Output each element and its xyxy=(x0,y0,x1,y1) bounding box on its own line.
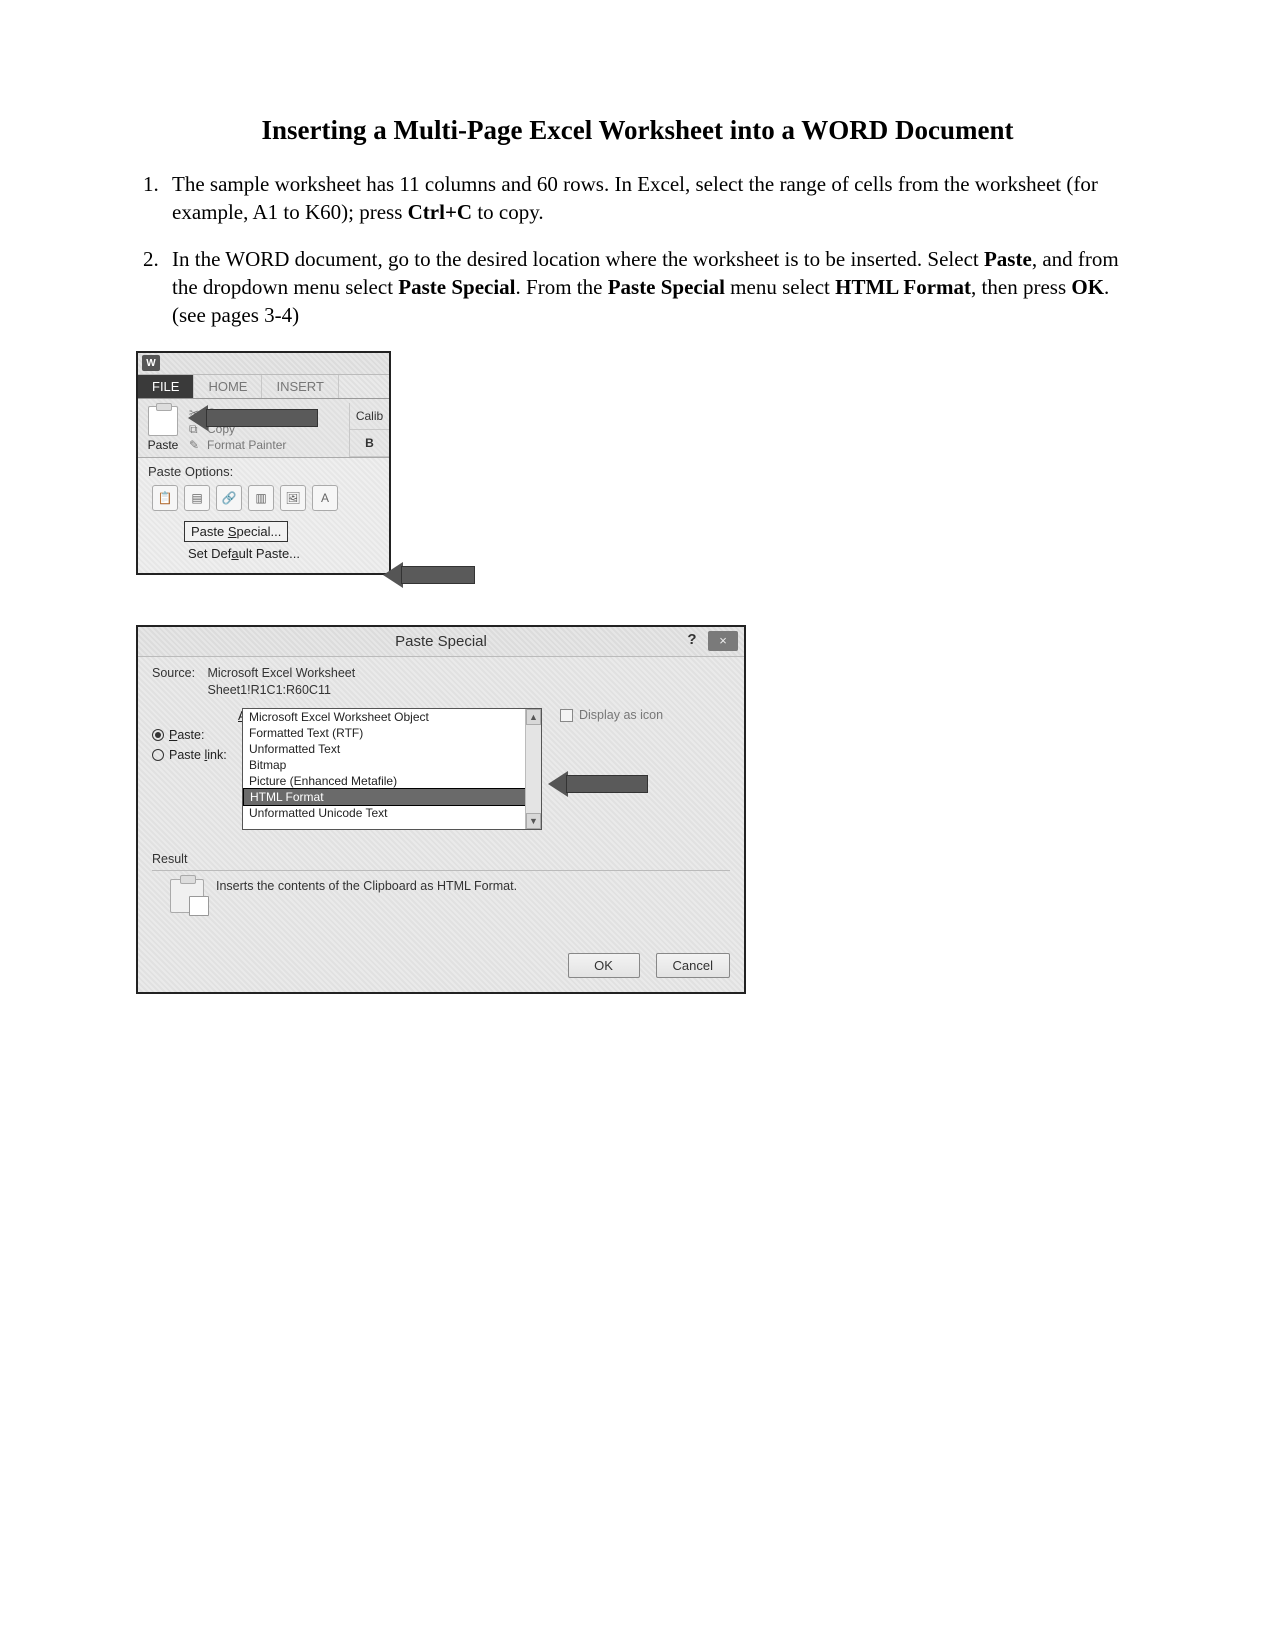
source-line-2: Sheet1!R1C1:R60C11 xyxy=(207,683,330,697)
step-1-text-b: to copy. xyxy=(472,200,544,224)
font-group-clip: Calib B xyxy=(349,403,389,457)
quick-access-toolbar: W xyxy=(138,353,389,375)
page-title: Inserting a Multi-Page Excel Worksheet i… xyxy=(130,115,1145,146)
bold-button[interactable]: B xyxy=(350,430,389,457)
divider xyxy=(152,870,730,871)
paste-special-dialog: Paste Special ? × Source: Microsoft Exce… xyxy=(136,625,746,995)
source-line-1: Microsoft Excel Worksheet xyxy=(207,666,355,680)
font-name-box[interactable]: Calib xyxy=(350,403,389,430)
step-2-pastespecial2: Paste Special xyxy=(608,275,725,299)
tab-insert[interactable]: INSERT xyxy=(262,375,338,398)
ok-button[interactable]: OK xyxy=(568,953,640,978)
display-as-icon-checkbox[interactable]: Display as icon xyxy=(560,708,663,830)
list-item[interactable]: Picture (Enhanced Metafile) xyxy=(243,773,541,789)
result-label: Result xyxy=(152,852,187,866)
radio-paste-link[interactable]: Paste link: xyxy=(152,748,234,762)
step-2-text-d: menu select xyxy=(725,275,835,299)
list-item[interactable]: Bitmap xyxy=(243,757,541,773)
list-item[interactable]: Unformatted Text xyxy=(243,741,541,757)
paste-button-label: Paste xyxy=(142,438,184,452)
paste-dropdown: Paste Options: 📋 ▤ 🔗 ▥ 🖼 A Paste Special… xyxy=(138,457,389,573)
checkbox-icon xyxy=(560,709,573,722)
display-as-icon-label: Display as icon xyxy=(579,708,663,722)
set-default-paste-menu-item[interactable]: Set Default Paste... xyxy=(148,542,381,563)
clipboard-icon xyxy=(148,406,178,436)
annotation-arrow-pastespecial xyxy=(383,561,475,589)
radio-dot-icon xyxy=(152,749,164,761)
instruction-list: The sample worksheet has 11 columns and … xyxy=(130,170,1145,330)
screenshot-ribbon: W FILE HOME INSERT Paste ✂Cut ⧉Copy ✎For… xyxy=(130,351,430,575)
result-clipboard-icon xyxy=(170,879,204,913)
step-1: The sample worksheet has 11 columns and … xyxy=(164,170,1145,227)
word-app-icon: W xyxy=(142,355,160,371)
ribbon-tabs: FILE HOME INSERT xyxy=(138,375,389,399)
scroll-up-icon[interactable]: ▲ xyxy=(526,709,541,725)
step-2-ok: OK xyxy=(1071,275,1104,299)
paste-options-label: Paste Options: xyxy=(148,464,381,479)
step-1-text-a: The sample worksheet has 11 columns and … xyxy=(172,172,1098,224)
radio-dot-icon xyxy=(152,729,164,741)
step-2-paste: Paste xyxy=(984,247,1032,271)
tab-file[interactable]: FILE xyxy=(138,375,194,398)
format-listbox[interactable]: Microsoft Excel Worksheet Object Formatt… xyxy=(242,708,542,830)
ribbon-home-group: Paste ✂Cut ⧉Copy ✎Format Painter Calib B xyxy=(138,399,389,457)
paste-option-icon-4[interactable]: ▥ xyxy=(248,485,274,511)
list-item[interactable]: Unformatted Unicode Text xyxy=(243,805,541,821)
step-2-pastespecial: Paste Special xyxy=(398,275,515,299)
step-2-text-c: . From the xyxy=(516,275,608,299)
paste-option-icon-5[interactable]: 🖼 xyxy=(280,485,306,511)
format-painter-button[interactable]: Format Painter xyxy=(207,438,286,452)
radio-paste[interactable]: Paste: xyxy=(152,728,234,742)
scroll-down-icon[interactable]: ▼ xyxy=(526,813,541,829)
list-item-selected[interactable]: HTML Format xyxy=(243,788,541,806)
list-item[interactable]: Formatted Text (RTF) xyxy=(243,725,541,741)
annotation-arrow-paste xyxy=(188,405,318,431)
listbox-scrollbar[interactable]: ▲ ▼ xyxy=(525,709,541,829)
step-2-text-e: , then press xyxy=(971,275,1071,299)
dialog-titlebar: Paste Special ? × xyxy=(138,627,744,657)
paste-option-icon-2[interactable]: ▤ xyxy=(184,485,210,511)
step-2: In the WORD document, go to the desired … xyxy=(164,245,1145,330)
format-painter-icon: ✎ xyxy=(189,438,203,452)
paste-button[interactable]: Paste xyxy=(138,403,186,456)
step-2-htmlformat: HTML Format xyxy=(835,275,971,299)
source-info: Source: Microsoft Excel Worksheet Sheet1… xyxy=(152,665,730,699)
paste-option-icon-1[interactable]: 📋 xyxy=(152,485,178,511)
list-item[interactable]: Microsoft Excel Worksheet Object xyxy=(243,709,541,725)
step-2-text-a: In the WORD document, go to the desired … xyxy=(172,247,984,271)
paste-special-menu-item[interactable]: Paste Special... xyxy=(184,521,288,542)
close-button[interactable]: × xyxy=(708,631,738,651)
tab-home[interactable]: HOME xyxy=(194,375,262,398)
paste-option-icon-6[interactable]: A xyxy=(312,485,338,511)
dialog-title: Paste Special xyxy=(395,633,487,650)
help-button[interactable]: ? xyxy=(682,631,702,651)
source-label: Source: xyxy=(152,665,204,682)
result-description: Inserts the contents of the Clipboard as… xyxy=(216,879,517,893)
paste-option-icon-3[interactable]: 🔗 xyxy=(216,485,242,511)
annotation-arrow-htmlformat xyxy=(548,770,648,798)
cancel-button[interactable]: Cancel xyxy=(656,953,730,978)
step-1-shortcut: Ctrl+C xyxy=(408,200,472,224)
